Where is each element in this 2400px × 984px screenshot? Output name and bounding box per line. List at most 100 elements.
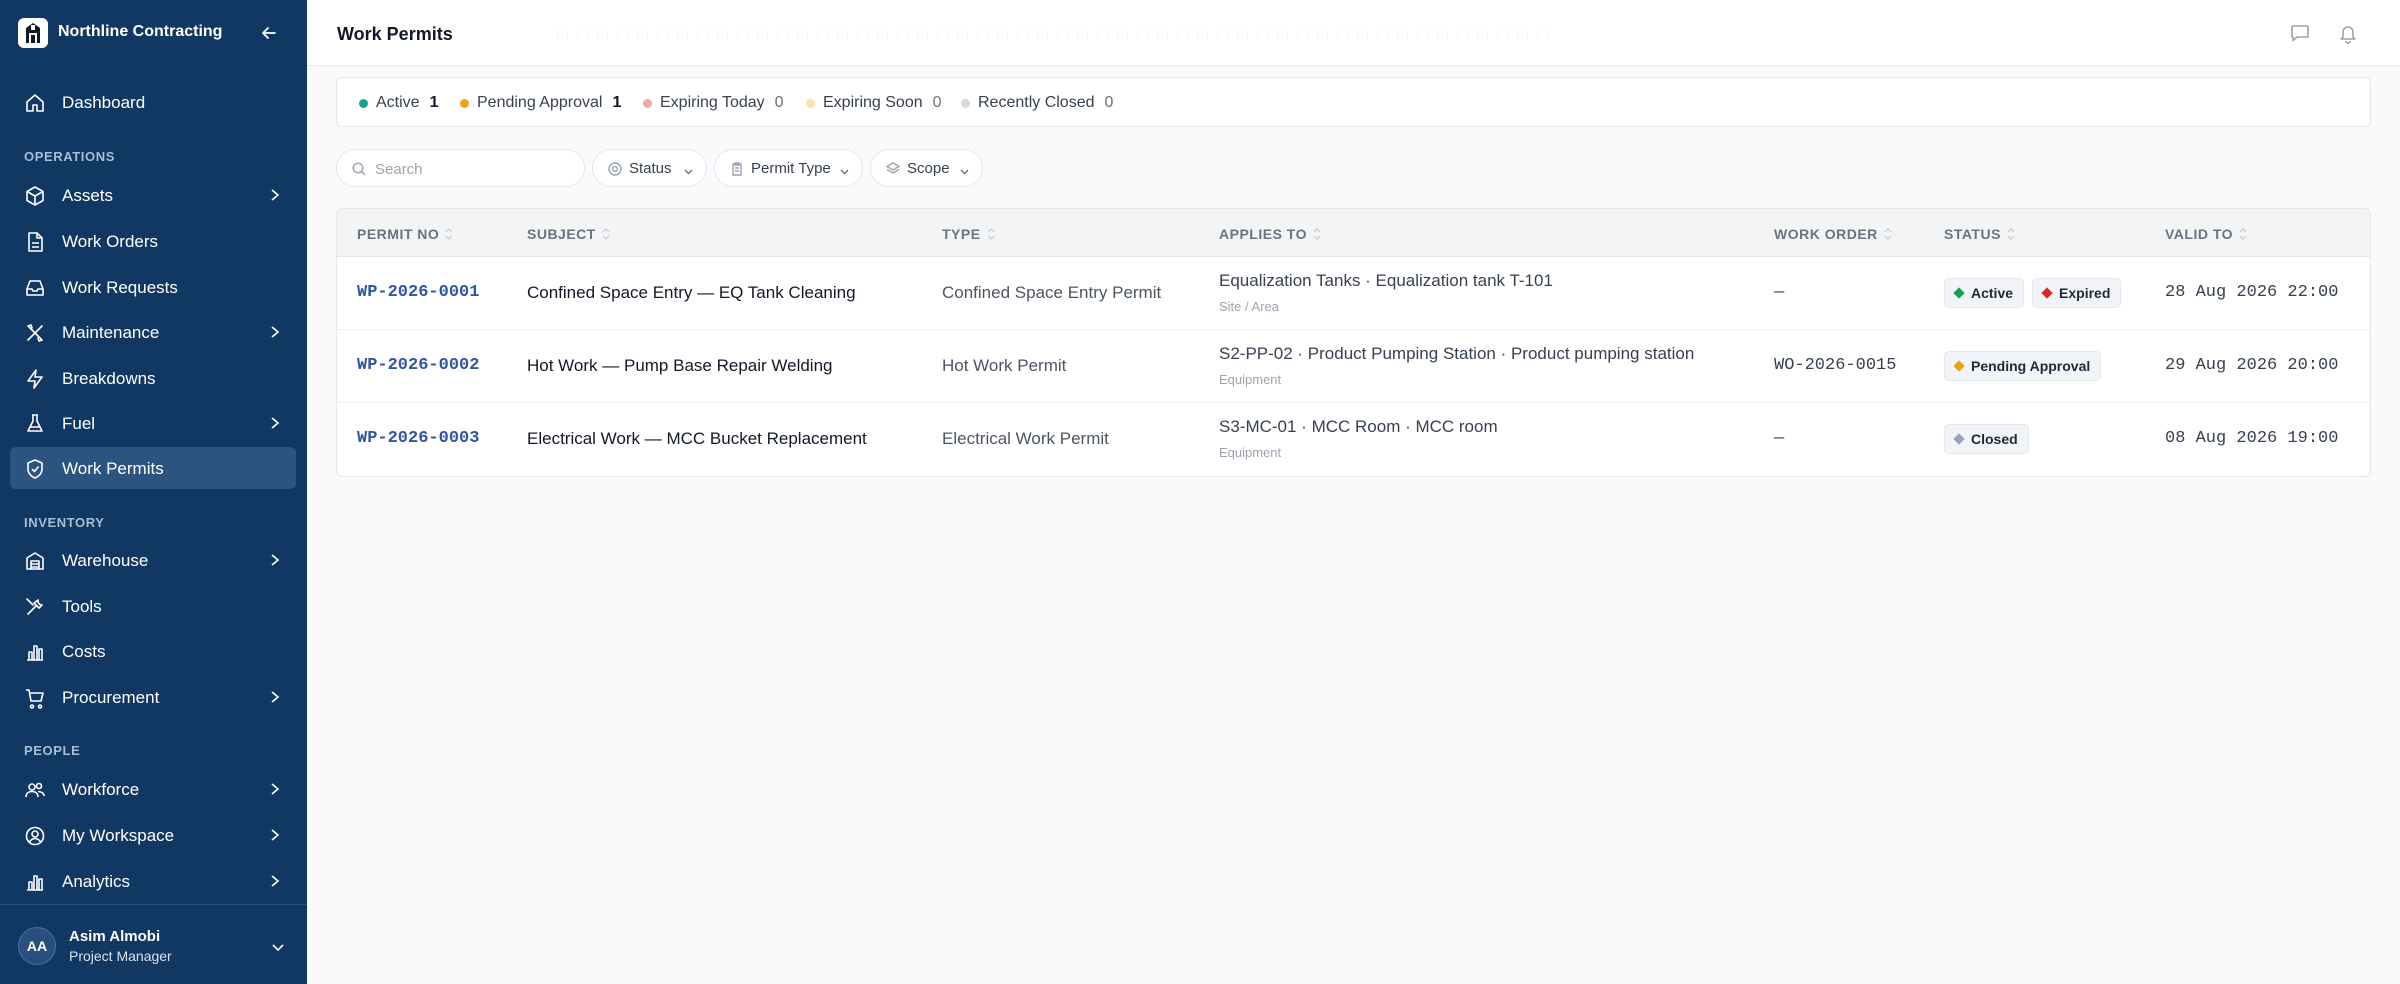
table-row[interactable]: WP-2026-0001 Confined Space Entry — EQ T… — [337, 257, 2370, 330]
sidebar-item-work-requests[interactable]: Work Requests — [10, 266, 296, 308]
search-icon — [351, 161, 367, 177]
chevron-down-icon — [839, 164, 850, 175]
chevron-right-icon — [268, 553, 282, 567]
sidebar-item-label: Analytics — [62, 872, 131, 891]
summary-expiring-today[interactable]: Expiring Today 0 — [643, 94, 784, 112]
summary-count: 1 — [612, 94, 622, 111]
company-logo-icon — [18, 18, 48, 48]
column-header-applies-to[interactable]: APPLIES TO — [1219, 226, 1321, 242]
sidebar-item-warehouse[interactable]: Warehouse — [10, 539, 296, 581]
filter-label: Status — [629, 160, 672, 177]
permit-subject: Confined Space Entry — EQ Tank Cleaning — [527, 283, 856, 302]
search-box — [336, 149, 585, 187]
chevron-right-icon — [268, 188, 282, 202]
valid-to: 29 Aug 2026 20:00 — [2165, 356, 2339, 375]
status-badge: Closed — [1944, 424, 2029, 454]
user-menu[interactable]: AA Asim Almobi Project Manager — [0, 904, 307, 984]
permit-number-link[interactable]: WP-2026-0001 — [357, 283, 479, 302]
valid-to: 08 Aug 2026 19:00 — [2165, 429, 2339, 448]
sidebar-item-label: Warehouse — [62, 551, 149, 570]
summary-label: Pending Approval — [477, 94, 603, 111]
column-header-valid-to[interactable]: VALID TO — [2165, 226, 2247, 242]
status-badges: Pending Approval — [1944, 351, 2102, 381]
diamond-icon — [2041, 287, 2053, 299]
summary-count: 0 — [1104, 94, 1114, 111]
sidebar-item-my-workspace[interactable]: My Workspace — [10, 814, 296, 856]
permit-subject: Electrical Work — MCC Bucket Replacement — [527, 429, 867, 448]
user-circle-icon — [24, 825, 46, 847]
sidebar-item-dashboard[interactable]: Dashboard — [10, 81, 296, 123]
summary-active[interactable]: Active 1 — [359, 94, 438, 112]
notifications-button[interactable] — [2336, 21, 2360, 45]
applies-to-scope: Equipment — [1219, 445, 1282, 460]
sidebar-item-work-orders[interactable]: Work Orders — [10, 220, 296, 262]
filter-label: Permit Type — [751, 160, 831, 177]
scope-filter-button[interactable]: Scope — [870, 149, 983, 187]
diamond-icon — [1953, 287, 1965, 299]
sidebar-item-label: Costs — [62, 642, 106, 661]
status-dot — [961, 98, 970, 108]
work-order: — — [1774, 283, 1785, 302]
column-header-subject[interactable]: SUBJECT — [527, 226, 610, 242]
sidebar-item-workforce[interactable]: Workforce — [10, 768, 296, 810]
sidebar-item-procurement[interactable]: Procurement — [10, 676, 296, 718]
company-name: Northline Contracting — [58, 23, 223, 40]
sidebar-item-work-permits[interactable]: Work Permits — [10, 447, 296, 489]
permit-type-filter-button[interactable]: Permit Type — [714, 149, 863, 187]
summary-pending-approval[interactable]: Pending Approval 1 — [460, 94, 621, 112]
sidebar-item-tools[interactable]: Tools — [10, 585, 296, 627]
summary-count: 0 — [932, 94, 942, 111]
chevron-right-icon — [268, 828, 282, 842]
status-filter-icon — [607, 161, 623, 177]
sidebar-item-analytics[interactable]: Analytics — [10, 860, 296, 902]
work-order-link[interactable]: WO-2026-0015 — [1774, 356, 1896, 375]
home-icon — [24, 92, 46, 114]
permit-status-summary: Active 1 Pending Approval 1 Expiring Tod… — [336, 77, 2371, 127]
search-input[interactable] — [375, 158, 575, 180]
messages-button[interactable] — [2288, 21, 2312, 45]
permit-number-link[interactable]: WP-2026-0002 — [357, 356, 479, 375]
sidebar-item-label: Fuel — [62, 414, 96, 433]
permit-type: Electrical Work Permit — [942, 429, 1109, 448]
chevron-right-icon — [268, 874, 282, 888]
sidebar-item-assets[interactable]: Assets — [10, 174, 296, 216]
layers-icon — [885, 161, 901, 177]
top-header: Work Permits — [307, 0, 2400, 66]
page-title: Work Permits — [337, 24, 453, 44]
summary-label: Expiring Soon — [823, 94, 923, 111]
sort-icon — [1884, 228, 1892, 240]
warehouse-icon — [24, 550, 46, 572]
column-header-work-order[interactable]: WORK ORDER — [1774, 226, 1892, 242]
permits-table: PERMIT NO SUBJECT TYPE APPLIES TO WORK O… — [336, 208, 2371, 477]
chevron-right-icon — [268, 416, 282, 430]
sidebar-item-breakdowns[interactable]: Breakdowns — [10, 357, 296, 399]
sidebar-item-label: Procurement — [62, 688, 160, 707]
shield-check-icon — [24, 458, 46, 480]
user-role: Project Manager — [69, 948, 172, 964]
column-header-permit-no[interactable]: PERMIT NO — [357, 226, 453, 242]
sort-icon — [2239, 228, 2247, 240]
status-badges: Active Expired — [1944, 278, 2122, 308]
table-row[interactable]: WP-2026-0002 Hot Work — Pump Base Repair… — [337, 330, 2370, 403]
document-icon — [24, 231, 46, 253]
chat-icon — [2291, 25, 2309, 42]
table-row[interactable]: WP-2026-0003 Electrical Work — MCC Bucke… — [337, 403, 2370, 476]
column-header-type[interactable]: TYPE — [942, 226, 995, 242]
header-decoration — [557, 30, 1557, 38]
collapse-sidebar-button[interactable] — [258, 22, 280, 44]
summary-recently-closed[interactable]: Recently Closed 0 — [961, 94, 1113, 112]
clipboard-icon — [729, 161, 745, 177]
sidebar-item-fuel[interactable]: Fuel — [10, 402, 296, 444]
sidebar-item-label: My Workspace — [62, 826, 175, 845]
sort-icon — [602, 228, 610, 240]
column-header-status[interactable]: STATUS — [1944, 226, 2015, 242]
chevron-right-icon — [268, 690, 282, 704]
sidebar-item-maintenance[interactable]: Maintenance — [10, 311, 296, 353]
permit-number-link[interactable]: WP-2026-0003 — [357, 429, 479, 448]
sidebar-item-costs[interactable]: Costs — [10, 630, 296, 672]
user-name: Asim Almobi — [69, 928, 161, 945]
cart-icon — [24, 687, 46, 709]
summary-expiring-soon[interactable]: Expiring Soon 0 — [806, 94, 942, 112]
status-filter-button[interactable]: Status — [592, 149, 707, 187]
tools-icon — [24, 596, 46, 618]
